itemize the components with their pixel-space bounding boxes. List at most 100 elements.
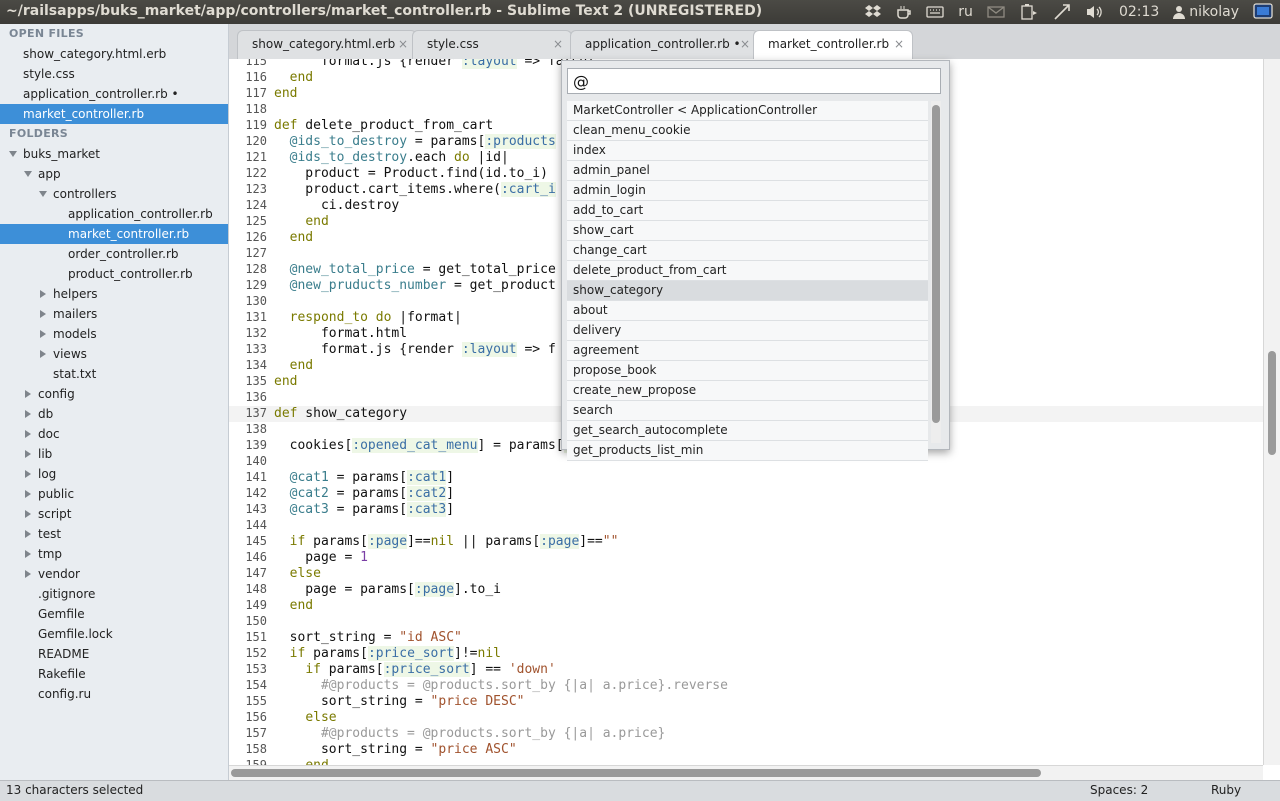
- code-line[interactable]: @cat3 = params[:cat3]: [274, 502, 454, 517]
- horizontal-scrollbar-thumb[interactable]: [231, 769, 1041, 777]
- folder-tree-item[interactable]: README: [0, 644, 228, 664]
- code-line[interactable]: end: [274, 214, 328, 229]
- open-file-item[interactable]: style.css: [0, 64, 228, 84]
- user-menu[interactable]: nikolay: [1166, 0, 1246, 24]
- folder-tree-item[interactable]: log: [0, 464, 228, 484]
- folder-tree-item[interactable]: config: [0, 384, 228, 404]
- mail-icon[interactable]: [980, 0, 1012, 24]
- folder-tree-item[interactable]: public: [0, 484, 228, 504]
- disclosure-closed-icon[interactable]: [38, 284, 48, 304]
- code-line[interactable]: end: [274, 230, 313, 245]
- symbol-list-item[interactable]: create_new_propose: [567, 381, 928, 401]
- folder-tree-item[interactable]: .gitignore: [0, 584, 228, 604]
- folder-tree-item[interactable]: tmp: [0, 544, 228, 564]
- tab-close-icon[interactable]: ×: [398, 37, 408, 51]
- folder-tree-item[interactable]: doc: [0, 424, 228, 444]
- tab-close-icon[interactable]: ×: [740, 37, 750, 51]
- code-line[interactable]: end: [274, 70, 313, 85]
- symbol-list-item[interactable]: propose_book: [567, 361, 928, 381]
- keyboard-layout-indicator[interactable]: ru: [951, 0, 980, 24]
- folder-tree-item[interactable]: application_controller.rb: [0, 204, 228, 224]
- volume-icon[interactable]: [1078, 0, 1112, 24]
- symbol-list-item[interactable]: clean_menu_cookie: [567, 121, 928, 141]
- folder-tree-item[interactable]: Gemfile: [0, 604, 228, 624]
- code-line[interactable]: product = Product.find(id.to_i): [274, 166, 548, 181]
- keyboard-icon[interactable]: [919, 0, 951, 24]
- disclosure-closed-icon[interactable]: [23, 424, 33, 444]
- editor-tab[interactable]: style.css ×: [412, 30, 572, 60]
- indentation-status[interactable]: Spaces: 2: [1090, 783, 1148, 797]
- symbol-list-scrollbar-thumb[interactable]: [932, 105, 940, 423]
- disclosure-closed-icon[interactable]: [23, 384, 33, 404]
- symbol-list-item[interactable]: show_cart: [567, 221, 928, 241]
- symbol-list-item[interactable]: show_category: [567, 281, 928, 301]
- code-line[interactable]: product.cart_items.where(:cart_i: [274, 182, 556, 197]
- disclosure-closed-icon[interactable]: [23, 544, 33, 564]
- code-line[interactable]: end: [274, 758, 328, 765]
- folder-tree-item[interactable]: helpers: [0, 284, 228, 304]
- code-line[interactable]: format.html: [274, 326, 407, 341]
- tab-close-icon[interactable]: ×: [553, 37, 563, 51]
- power-icon[interactable]: [1246, 0, 1280, 24]
- symbol-list-item[interactable]: admin_panel: [567, 161, 928, 181]
- folder-tree-item[interactable]: mailers: [0, 304, 228, 324]
- code-line[interactable]: end: [274, 598, 313, 613]
- code-line[interactable]: def show_category: [274, 406, 407, 421]
- disclosure-closed-icon[interactable]: [23, 504, 33, 524]
- open-file-item[interactable]: market_controller.rb: [0, 104, 228, 124]
- disclosure-open-icon[interactable]: [23, 164, 33, 184]
- disclosure-closed-icon[interactable]: [23, 444, 33, 464]
- code-line[interactable]: @ids_to_destroy.each do |id|: [274, 150, 509, 165]
- disclosure-open-icon[interactable]: [8, 144, 18, 164]
- editor-tab[interactable]: show_category.html.erb ×: [237, 30, 417, 60]
- symbol-list-item[interactable]: index: [567, 141, 928, 161]
- code-line[interactable]: else: [274, 710, 336, 725]
- battery-icon[interactable]: [1012, 0, 1046, 24]
- code-line[interactable]: @new_total_price = get_total_price: [274, 262, 556, 277]
- folder-tree-item[interactable]: stat.txt: [0, 364, 228, 384]
- disclosure-closed-icon[interactable]: [38, 304, 48, 324]
- code-line[interactable]: end: [274, 86, 297, 101]
- folder-tree-item[interactable]: product_controller.rb: [0, 264, 228, 284]
- folder-tree-item[interactable]: config.ru: [0, 684, 228, 704]
- folder-tree-item[interactable]: order_controller.rb: [0, 244, 228, 264]
- symbol-list-item[interactable]: admin_login: [567, 181, 928, 201]
- open-file-item[interactable]: application_controller.rb •: [0, 84, 228, 104]
- code-line[interactable]: if params[:price_sort] == 'down': [274, 662, 556, 677]
- editor-tab[interactable]: application_controller.rb • ×: [570, 30, 759, 60]
- code-line[interactable]: @new_pruducts_number = get_product: [274, 278, 556, 293]
- code-line[interactable]: @ids_to_destroy = params[:products: [274, 134, 556, 149]
- goto-symbol-input[interactable]: @: [567, 68, 941, 94]
- symbol-list-item[interactable]: search: [567, 401, 928, 421]
- coffee-cup-icon[interactable]: [889, 0, 919, 24]
- disclosure-closed-icon[interactable]: [23, 404, 33, 424]
- symbol-list-item[interactable]: agreement: [567, 341, 928, 361]
- disclosure-closed-icon[interactable]: [23, 464, 33, 484]
- code-line[interactable]: format.js {render :layout => f: [274, 342, 556, 357]
- code-line[interactable]: if params[:price_sort]!=nil: [274, 646, 501, 661]
- folder-tree-item[interactable]: db: [0, 404, 228, 424]
- open-file-item[interactable]: show_category.html.erb: [0, 44, 228, 64]
- folder-tree-item[interactable]: Gemfile.lock: [0, 624, 228, 644]
- folder-tree-item[interactable]: views: [0, 344, 228, 364]
- code-line[interactable]: ci.destroy: [274, 198, 399, 213]
- code-line[interactable]: sort_string = "id ASC": [274, 630, 462, 645]
- code-line[interactable]: else: [274, 566, 321, 581]
- code-line[interactable]: page = 1: [274, 550, 368, 565]
- folder-tree-item[interactable]: script: [0, 504, 228, 524]
- code-line[interactable]: if params[:page]==nil || params[:page]==…: [274, 534, 618, 549]
- code-line[interactable]: end: [274, 358, 313, 373]
- disclosure-open-icon[interactable]: [38, 184, 48, 204]
- syntax-status[interactable]: Ruby: [1211, 783, 1241, 797]
- clock[interactable]: 02:13: [1112, 0, 1166, 24]
- code-line[interactable]: #@products = @products.sort_by {|a| a.pr…: [274, 678, 728, 693]
- code-line[interactable]: format.js {render :layout => false}: [274, 59, 595, 69]
- disclosure-closed-icon[interactable]: [23, 524, 33, 544]
- folder-tree-item[interactable]: controllers: [0, 184, 228, 204]
- folder-tree-item[interactable]: app: [0, 164, 228, 184]
- disclosure-closed-icon[interactable]: [23, 484, 33, 504]
- code-line[interactable]: page = params[:page].to_i: [274, 582, 501, 597]
- folder-tree-item[interactable]: Rakefile: [0, 664, 228, 684]
- symbol-list-item[interactable]: get_products_list_min: [567, 441, 928, 461]
- vertical-scrollbar[interactable]: [1263, 59, 1280, 765]
